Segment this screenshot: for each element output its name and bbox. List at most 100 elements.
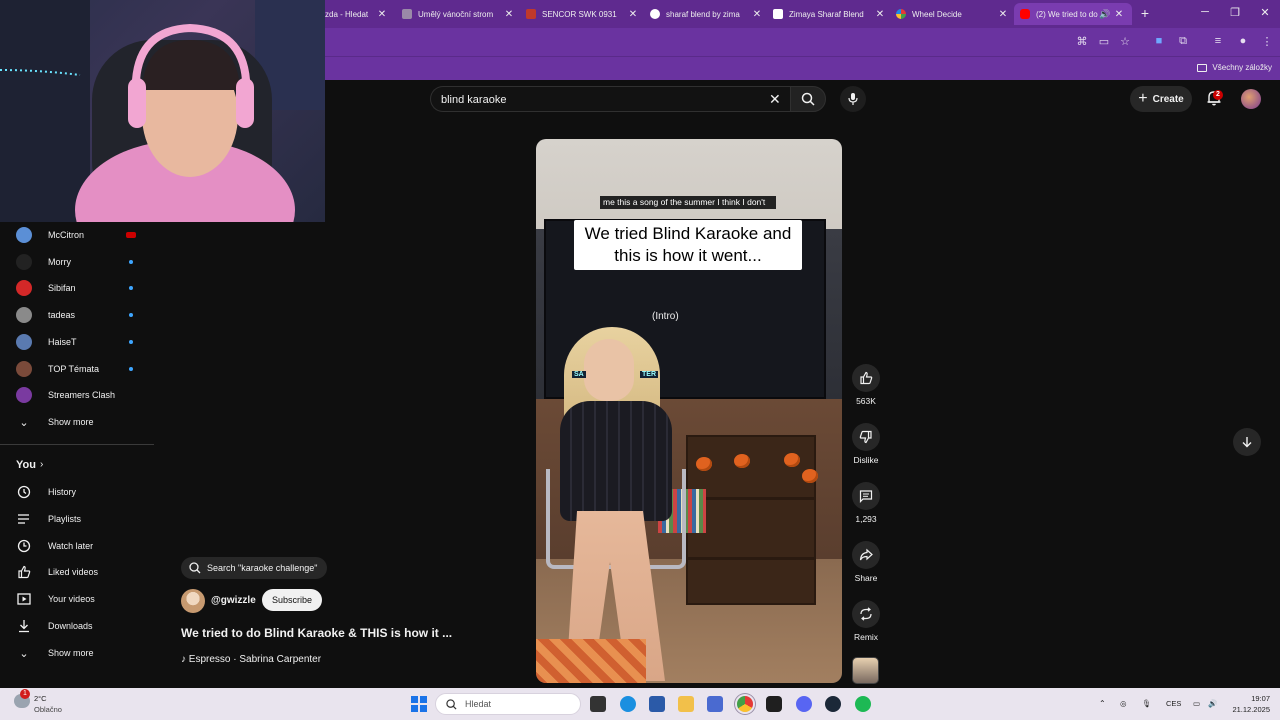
weather-temperature[interactable]: 2°C — [34, 694, 47, 703]
close-tab-icon[interactable]: ✕ — [873, 9, 887, 20]
store-icon[interactable] — [649, 696, 665, 712]
chrome-icon[interactable] — [737, 696, 753, 712]
sidebar: McCitron Morry Sibifan tadeas HaiseT TOP… — [0, 222, 154, 688]
voice-search-button[interactable] — [840, 86, 866, 112]
subscribe-button[interactable]: Subscribe — [262, 589, 323, 611]
subscription-item[interactable]: HaiseT — [0, 329, 154, 355]
volume-icon[interactable]: 🔊 — [1208, 699, 1217, 708]
new-tab-icon[interactable]: + — [1138, 5, 1152, 21]
channel-name[interactable]: @gwizzle — [211, 595, 256, 606]
comments-button[interactable]: 1,293 — [848, 482, 884, 524]
chevron-right-icon[interactable]: › — [40, 459, 43, 470]
browser-tab[interactable]: SENCOR SWK 0931 ✕ — [526, 3, 640, 25]
app-icon[interactable] — [707, 696, 723, 712]
sidebar-item-watch-later[interactable]: Watch later — [0, 533, 154, 559]
extension-icon[interactable]: ■ — [1152, 35, 1166, 47]
create-button[interactable]: + Create — [1130, 86, 1192, 112]
subscription-item[interactable]: TOP Témata — [0, 356, 154, 382]
subscription-item[interactable]: Morry — [0, 249, 154, 275]
browser-tab[interactable]: zda - Hledat ✕ — [325, 3, 389, 25]
music-info[interactable]: ♪ Espresso · Sabrina Carpenter — [181, 654, 321, 665]
maximize-icon[interactable]: ❐ — [1228, 6, 1242, 19]
close-tab-icon[interactable]: ✕ — [502, 9, 516, 20]
minimize-icon[interactable]: ─ — [1198, 6, 1212, 18]
subscription-name: HaiseT — [48, 337, 77, 347]
like-button[interactable]: 563K — [848, 364, 884, 406]
search-box[interactable]: blind karaoke ✕ — [430, 86, 790, 112]
browser-tab[interactable]: Umělý vánoční strom ✕ — [402, 3, 516, 25]
share-button[interactable]: Share — [848, 541, 884, 583]
puzzle-icon[interactable]: ⧉ — [1176, 35, 1190, 48]
spotify-icon[interactable] — [855, 696, 871, 712]
discord-icon[interactable] — [796, 696, 812, 712]
search-icon — [446, 698, 457, 710]
account-avatar[interactable] — [1241, 89, 1261, 109]
subscriptions-show-more[interactable]: ⌄ Show more — [0, 409, 154, 435]
language-indicator[interactable]: CES — [1166, 699, 1181, 708]
close-tab-icon[interactable]: ✕ — [1112, 9, 1126, 20]
channel-avatar[interactable] — [181, 589, 205, 613]
close-tab-icon[interactable]: ✕ — [750, 9, 764, 20]
taskbar-search[interactable]: Hledat — [435, 693, 581, 715]
browser-tab[interactable]: Zimaya Sharaf Blend ✕ — [773, 3, 887, 25]
new-content-dot — [129, 286, 133, 290]
app-icon[interactable] — [766, 696, 782, 712]
tab-title: sharaf blend by zima — [666, 9, 740, 19]
network-icon[interactable]: ◎ — [1120, 699, 1127, 708]
you-show-more[interactable]: ⌄ Show more — [0, 640, 154, 666]
sound-thumbnail[interactable] — [852, 657, 879, 684]
display-icon[interactable]: ▭ — [1193, 699, 1200, 708]
all-bookmarks-button[interactable]: Všechny záložky — [1197, 63, 1272, 72]
translate-icon[interactable]: ⌘ — [1075, 35, 1089, 48]
browser-tab[interactable]: Wheel Decide ✕ — [896, 3, 1010, 25]
subscription-name: Morry — [48, 257, 71, 267]
subscription-item[interactable]: McCitron — [0, 222, 154, 248]
browser-tab-active[interactable]: (2) We tried to do 🔊 ✕ — [1014, 3, 1132, 25]
subscription-item[interactable]: Streamers Clash — [0, 382, 154, 408]
weather-status[interactable]: Oblačno — [34, 705, 62, 714]
channel-avatar — [16, 361, 32, 377]
windows-start-icon[interactable] — [411, 696, 427, 712]
search-input[interactable]: blind karaoke — [441, 94, 506, 106]
media-icon[interactable]: ≡ — [1211, 35, 1225, 47]
file-explorer-icon[interactable] — [678, 696, 694, 712]
sidebar-item-history[interactable]: History — [0, 479, 154, 505]
search-button[interactable] — [790, 86, 826, 112]
cast-icon[interactable]: ▭ — [1097, 35, 1111, 48]
remix-button[interactable]: Remix — [848, 600, 884, 642]
edge-icon[interactable] — [620, 696, 636, 712]
star-icon[interactable]: ☆ — [1118, 35, 1132, 48]
video-title[interactable]: We tried to do Blind Karaoke & THIS is h… — [181, 626, 452, 640]
next-video-button[interactable] — [1233, 428, 1261, 456]
clear-search-icon[interactable]: ✕ — [769, 91, 781, 108]
sidebar-item-your-videos[interactable]: Your videos — [0, 586, 154, 612]
sign-text: SA — [572, 371, 586, 378]
clock-time[interactable]: 19:07 — [1248, 694, 1270, 703]
clock-date[interactable]: 21.12.2025 — [1228, 705, 1270, 714]
sidebar-item-liked-videos[interactable]: Liked videos — [0, 559, 154, 585]
speaker-icon[interactable]: 🔊 — [1098, 9, 1112, 20]
sidebar-item-downloads[interactable]: Downloads — [0, 613, 154, 639]
microphone-icon[interactable]: 🎙 — [1142, 699, 1152, 708]
task-view-icon[interactable] — [590, 696, 606, 712]
dislike-button[interactable]: Dislike — [848, 423, 884, 465]
menu-icon[interactable]: ⋮ — [1260, 35, 1274, 48]
chevron-up-icon[interactable]: ⌃ — [1099, 699, 1106, 708]
subscription-item[interactable]: tadeas — [0, 302, 154, 328]
new-content-dot — [129, 367, 133, 371]
close-tab-icon[interactable]: ✕ — [996, 9, 1010, 20]
short-video-player[interactable]: SA TER me this a song of the summer I th… — [536, 139, 842, 683]
steam-icon[interactable] — [825, 696, 841, 712]
pumpkin-decoration — [734, 454, 750, 468]
search-suggestion-chip[interactable]: Search "karaoke challenge" — [181, 557, 328, 579]
comment-count: 1,293 — [855, 514, 877, 524]
subscription-item[interactable]: Sibifan — [0, 275, 154, 301]
search-suggestion-text: Search "karaoke challenge" — [207, 563, 318, 573]
browser-tab[interactable]: sharaf blend by zima ✕ — [650, 3, 764, 25]
close-tab-icon[interactable]: ✕ — [375, 9, 389, 20]
profile-icon[interactable]: ● — [1236, 35, 1250, 47]
close-tab-icon[interactable]: ✕ — [626, 9, 640, 20]
close-window-icon[interactable]: ✕ — [1258, 6, 1272, 19]
sidebar-item-playlists[interactable]: Playlists — [0, 506, 154, 532]
you-heading[interactable]: You — [16, 459, 36, 471]
